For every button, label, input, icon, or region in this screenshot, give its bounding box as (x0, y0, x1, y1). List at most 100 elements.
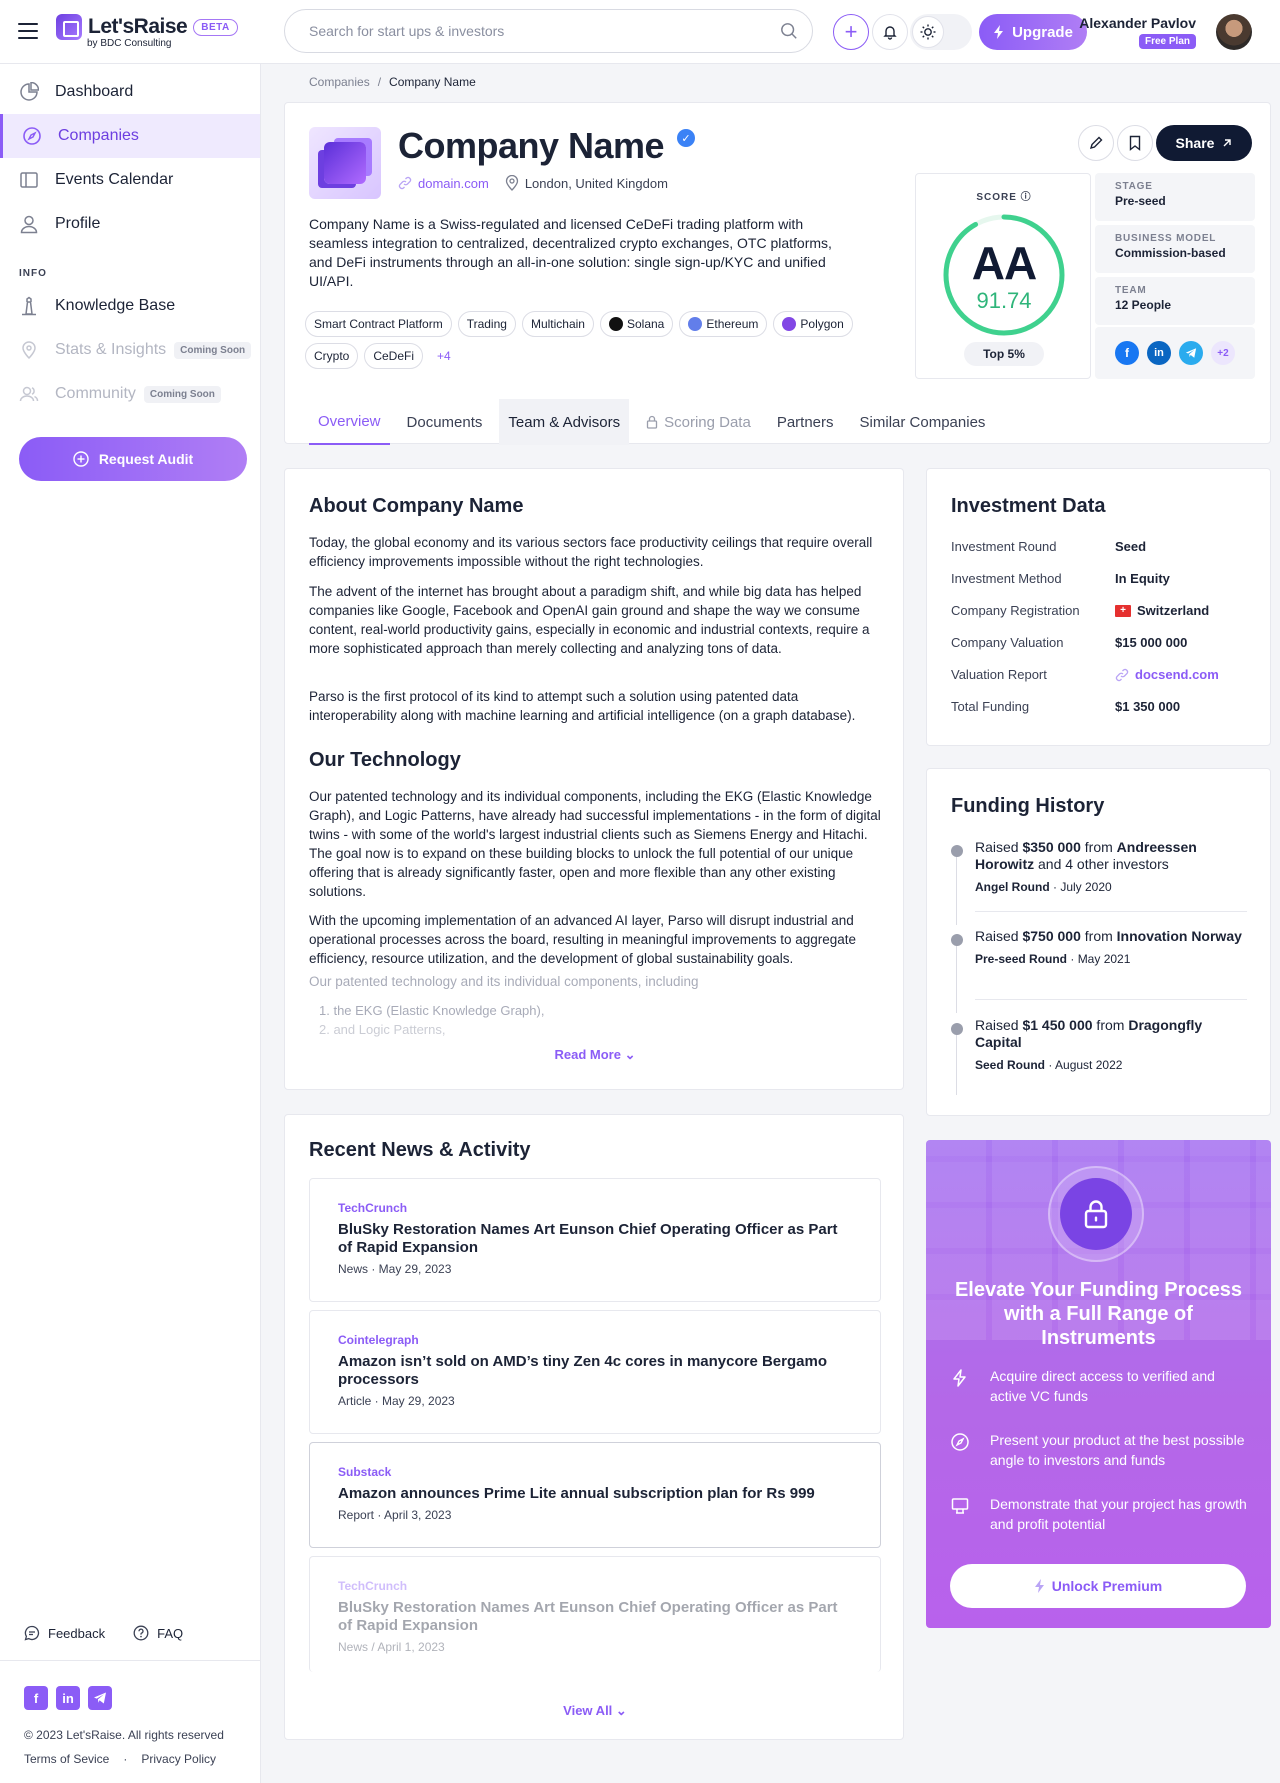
sidebar: Dashboard Companies Events Calendar Prof… (0, 64, 261, 1783)
legal-links: Terms of Sevice · Privacy Policy (24, 1752, 216, 1766)
news-item[interactable]: TechCrunch BluSky Restoration Names Art … (309, 1556, 881, 1672)
valuation-report-link[interactable]: docsend.com (1115, 667, 1219, 682)
tag[interactable]: CeDeFi (364, 343, 424, 369)
request-audit-button[interactable]: Request Audit (19, 437, 247, 481)
chevron-down-icon: ⌄ (624, 1047, 636, 1062)
social-more[interactable]: +2 (1211, 341, 1235, 365)
notifications-button[interactable] (872, 14, 908, 50)
bell-icon (883, 26, 897, 40)
investment-data-card: Investment Data Investment Round Seed Inv… (926, 468, 1271, 746)
news-meta: News · May 29, 2023 (338, 1262, 452, 1276)
tag[interactable]: Multichain (521, 311, 594, 337)
tab-label: Documents (406, 413, 483, 431)
tag-label: Polygon (800, 317, 844, 331)
sidebar-item-community: Community Coming Soon (0, 372, 260, 416)
privacy-link[interactable]: Privacy Policy (141, 1752, 216, 1766)
search-icon[interactable] (780, 22, 798, 40)
sidebar-item-companies[interactable]: Companies (0, 114, 260, 158)
premium-feature-text: Acquire direct access to verified and ac… (990, 1368, 1215, 1404)
add-button[interactable]: + (833, 14, 869, 50)
news-item[interactable]: Cointelegraph Amazon isn’t sold on AMD’s… (309, 1310, 881, 1434)
telegram-icon[interactable] (1179, 341, 1203, 365)
search-box (284, 9, 813, 53)
edit-button[interactable] (1078, 125, 1114, 161)
about-paragraph: Today, the global economy and its variou… (309, 535, 873, 569)
read-more-button[interactable]: Read More ⌄ (285, 1047, 905, 1063)
ethereum-icon (688, 317, 703, 331)
theme-toggle[interactable] (910, 14, 972, 50)
sidebar-item-profile[interactable]: Profile (0, 202, 260, 246)
tag[interactable]: Polygon (773, 311, 853, 337)
help-links: Feedback FAQ (24, 1625, 183, 1641)
tab-similar-companies[interactable]: Similar Companies (851, 399, 995, 445)
company-domain-link[interactable]: domain.com (398, 176, 489, 191)
terms-link[interactable]: Terms of Sevice (24, 1752, 109, 1766)
premium-feature: Present your product at the best possibl… (951, 1430, 1250, 1470)
funding-text: Raised $350 000 from Andreessen Horowitz… (975, 839, 1197, 872)
share-button[interactable]: Share (1156, 125, 1252, 161)
news-item[interactable]: TechCrunch BluSky Restoration Names Art … (309, 1178, 881, 1302)
facebook-icon[interactable]: f (1115, 341, 1139, 365)
facebook-icon[interactable]: f (24, 1686, 48, 1710)
tag[interactable]: Trading (457, 311, 516, 337)
plus-icon: + (844, 19, 858, 44)
logo[interactable]: Let'sRaise BETA by BDC Consulting (56, 14, 238, 49)
feedback-link[interactable]: Feedback (24, 1625, 105, 1641)
tab-scoring-data[interactable]: Scoring Data (637, 399, 760, 445)
menu-icon[interactable] (18, 23, 38, 39)
faq-link[interactable]: FAQ (133, 1625, 183, 1641)
sidebar-item-label: Companies (58, 127, 139, 144)
tab-bar: Overview Documents Team & Advisors Scori… (309, 399, 1002, 445)
about-paragraph: The advent of the internet has brought a… (309, 584, 870, 656)
funding-round: Seed Round · August 2022 (975, 1058, 1123, 1072)
tab-documents[interactable]: Documents (398, 399, 492, 445)
score-grade: AA (971, 237, 1037, 289)
stage-key: STAGE (1115, 181, 1153, 192)
sidebar-item-events-calendar[interactable]: Events Calendar (0, 158, 260, 202)
tag[interactable]: Crypto (305, 343, 359, 369)
compass-icon (951, 1433, 969, 1451)
linkedin-icon[interactable]: in (56, 1686, 80, 1710)
search-input[interactable] (309, 23, 788, 39)
bookmark-button[interactable] (1117, 125, 1153, 161)
chevron-down-icon: ⌄ (615, 1703, 627, 1718)
user-info[interactable]: Alexander Pavlov Free Plan (1079, 15, 1196, 49)
tab-team-advisors[interactable]: Team & Advisors (499, 399, 630, 445)
investment-row: Company Registration + Switzerland (951, 603, 1251, 618)
tab-overview[interactable]: Overview (309, 399, 390, 445)
sidebar-item-label: Profile (55, 215, 101, 232)
tag[interactable]: Ethereum (679, 311, 768, 337)
technology-title: Our Technology (309, 749, 461, 771)
tab-partners[interactable]: Partners (768, 399, 843, 445)
timeline-dot (951, 1023, 963, 1035)
tags-more[interactable]: +4 (429, 343, 459, 369)
user-icon (20, 215, 38, 234)
tag[interactable]: Solana (599, 311, 674, 337)
tag[interactable]: Smart Contract Platform (305, 311, 452, 337)
breadcrumb-companies[interactable]: Companies (309, 75, 370, 89)
team-value: 12 People (1115, 298, 1172, 312)
presentation-icon (951, 1498, 969, 1514)
logo-mark-icon (56, 14, 82, 40)
stage-cell: STAGE Pre-seed (1095, 173, 1255, 221)
sidebar-item-knowledge-base[interactable]: Knowledge Base (0, 284, 260, 328)
avatar[interactable] (1216, 14, 1252, 50)
upgrade-button[interactable]: Upgrade (979, 14, 1087, 50)
unlock-premium-button[interactable]: Unlock Premium (950, 1564, 1246, 1608)
linkedin-icon[interactable]: in (1147, 341, 1171, 365)
investment-value: $15 000 000 (1115, 635, 1188, 650)
unlock-premium-label: Unlock Premium (1051, 1578, 1163, 1594)
premium-promo-card: Elevate Your Funding Process with a Full… (926, 1140, 1271, 1628)
news-title: Recent News & Activity (309, 1139, 531, 1161)
funding-item: Raised $750 000 from Innovation Norway P… (951, 928, 1247, 968)
investment-title: Investment Data (951, 495, 1106, 517)
news-headline: BluSky Restoration Names Art Eunson Chie… (338, 1221, 838, 1256)
sidebar-item-dashboard[interactable]: Dashboard (0, 70, 260, 114)
funding-round: Pre-seed Round · May 2021 (975, 952, 1131, 966)
sidebar-item-label: Stats & Insights (55, 341, 167, 358)
telegram-icon[interactable] (88, 1686, 112, 1710)
investment-row: Investment Round Seed (951, 539, 1251, 554)
news-item[interactable]: Substack Amazon announces Prime Lite ann… (309, 1442, 881, 1548)
plus-circle-icon (73, 451, 89, 467)
view-all-button[interactable]: View All ⌄ (285, 1703, 905, 1719)
